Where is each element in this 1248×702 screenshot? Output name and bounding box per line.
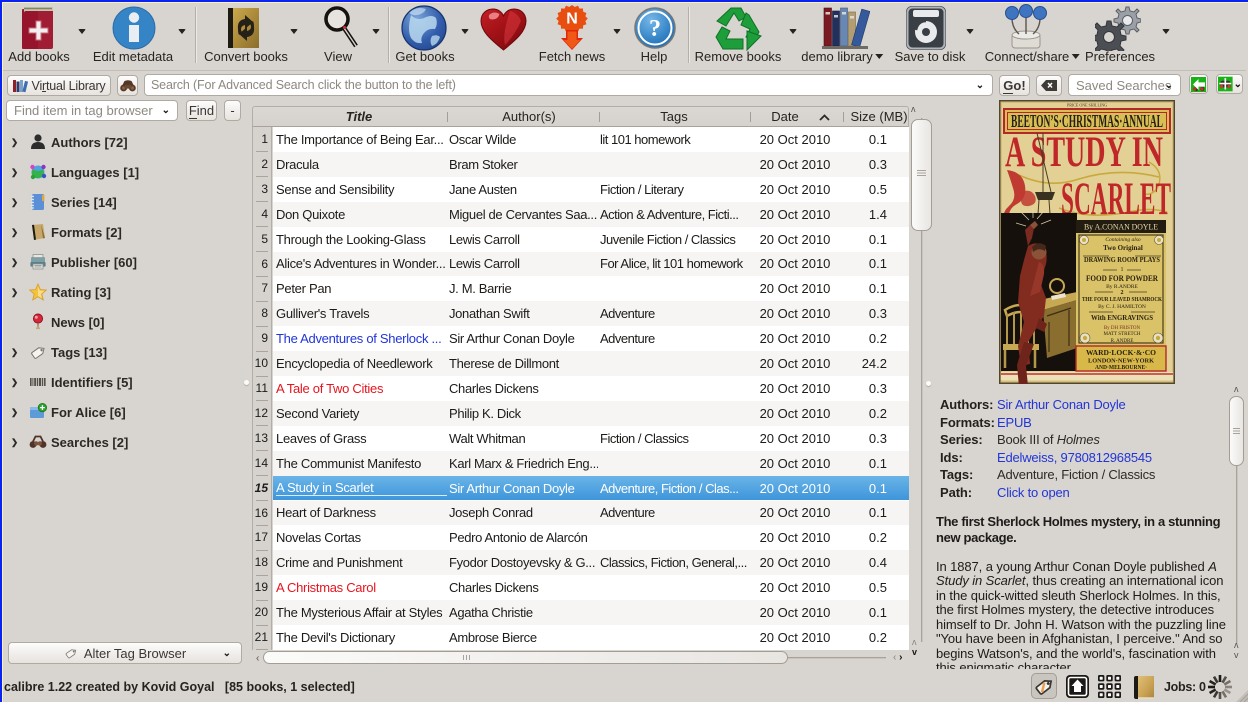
- svg-text:N: N: [566, 11, 578, 28]
- svg-text:FOOD FOR POWDER: FOOD FOR POWDER: [1086, 273, 1159, 283]
- svg-text:MATT STRETCH: MATT STRETCH: [1104, 332, 1141, 337]
- svg-text:Containing also: Containing also: [1105, 237, 1141, 243]
- svg-text:A STUDY IN: A STUDY IN: [1005, 129, 1163, 177]
- svg-text:AND·MELBOURNE·: AND·MELBOURNE·: [1095, 365, 1147, 371]
- svg-text:WARD·LOCK·&·CO: WARD·LOCK·&·CO: [1086, 348, 1156, 357]
- svg-text:SCARLET: SCARLET: [1061, 173, 1171, 225]
- svg-text:By C. J. HAMILTON: By C. J. HAMILTON: [1098, 304, 1146, 310]
- svg-text:?: ?: [649, 16, 661, 42]
- svg-text:Two Original: Two Original: [1103, 244, 1143, 252]
- svg-text:By A.CONAN DOYLE: By A.CONAN DOYLE: [1084, 223, 1158, 232]
- svg-text:R. ANDRE: R. ANDRE: [1111, 339, 1134, 344]
- svg-text:With ENGRAVINGS: With ENGRAVINGS: [1091, 314, 1153, 322]
- svg-text:LONDON·NEW·YORK: LONDON·NEW·YORK: [1088, 359, 1154, 365]
- svg-text:THE FOUR LEAVED SHAMROCK: THE FOUR LEAVED SHAMROCK: [1082, 297, 1162, 303]
- svg-text:By DH FRISTON: By DH FRISTON: [1104, 326, 1141, 331]
- svg-text:PRICE ONE SHILLING: PRICE ONE SHILLING: [1067, 103, 1107, 108]
- svg-text:2: 2: [1121, 290, 1124, 296]
